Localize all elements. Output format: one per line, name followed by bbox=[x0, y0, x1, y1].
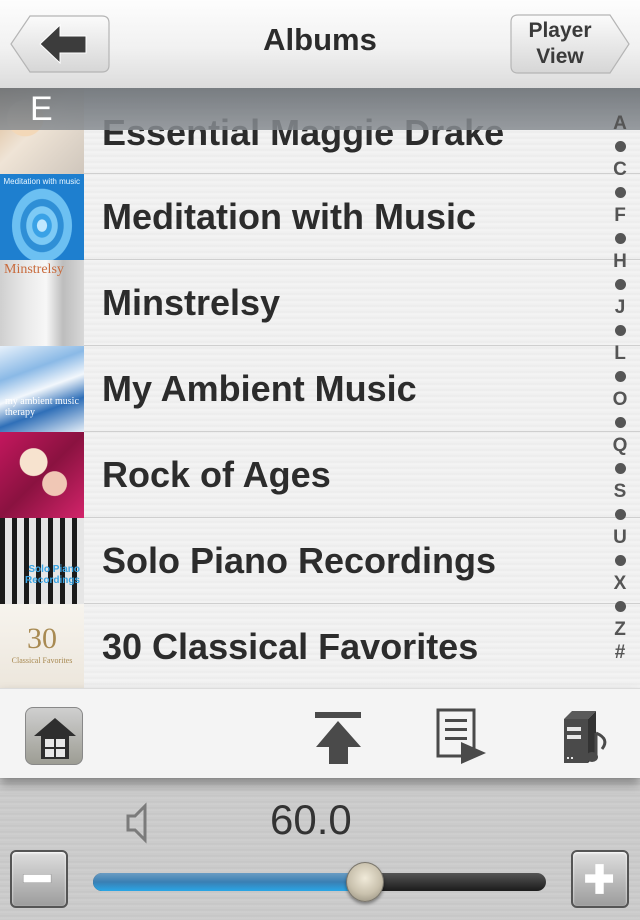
album-art: 30 Classical Favorites bbox=[0, 604, 84, 688]
index-separator-dot[interactable] bbox=[614, 141, 626, 152]
index-separator-dot[interactable] bbox=[614, 417, 626, 428]
index-letter[interactable]: U bbox=[613, 526, 627, 549]
album-row[interactable]: Meditation with music Meditation with Mu… bbox=[0, 174, 640, 260]
album-art: Meditation with music bbox=[0, 174, 84, 260]
index-letter[interactable]: J bbox=[615, 296, 626, 319]
index-letter[interactable]: C bbox=[613, 158, 627, 181]
album-row[interactable]: 30 Classical Favorites 30 Classical Favo… bbox=[0, 604, 640, 688]
index-separator-dot[interactable] bbox=[614, 555, 626, 566]
album-title: Minstrelsy bbox=[102, 282, 281, 323]
volume-up-button[interactable] bbox=[571, 850, 629, 908]
index-letter[interactable]: # bbox=[615, 641, 626, 664]
index-letter[interactable]: Q bbox=[613, 434, 628, 457]
minus-icon bbox=[22, 874, 52, 883]
player-view-button[interactable]: Player View bbox=[510, 14, 630, 74]
index-separator-dot[interactable] bbox=[614, 233, 626, 244]
volume-value: 60.0 bbox=[270, 796, 352, 843]
index-letter[interactable]: O bbox=[613, 388, 628, 411]
index-separator-dot[interactable] bbox=[614, 325, 626, 336]
playlist-button[interactable] bbox=[432, 707, 490, 765]
album-title: Meditation with Music bbox=[102, 196, 476, 237]
volume-slider[interactable] bbox=[93, 862, 546, 902]
album-art: Minstrelsy bbox=[0, 260, 84, 346]
toolbar bbox=[0, 688, 640, 778]
album-art: my ambient music therapy bbox=[0, 346, 84, 432]
album-title: Rock of Ages bbox=[102, 454, 331, 495]
index-separator-dot[interactable] bbox=[614, 509, 626, 520]
album-title: 30 Classical Favorites bbox=[102, 626, 479, 667]
index-separator-dot[interactable] bbox=[614, 601, 626, 612]
volume-slider-thumb[interactable] bbox=[345, 862, 384, 902]
album-art-text: my ambient music therapy bbox=[5, 396, 79, 418]
home-button[interactable] bbox=[25, 707, 83, 765]
playlist-play-icon bbox=[436, 708, 486, 764]
album-row[interactable]: Rock of Ages bbox=[0, 432, 640, 518]
scroll-to-top-icon bbox=[315, 712, 361, 764]
album-art-text: Solo Piano Recordings bbox=[24, 564, 80, 586]
album-art-text: Meditation with music bbox=[3, 177, 80, 186]
album-title: Solo Piano Recordings bbox=[102, 540, 497, 581]
plus-icon bbox=[585, 864, 614, 894]
media-server-icon bbox=[564, 711, 607, 763]
section-header-letter: E bbox=[30, 90, 53, 128]
album-art: Solo Piano Recordings bbox=[0, 518, 84, 604]
album-art-number: 30 bbox=[27, 622, 57, 655]
index-letter[interactable]: S bbox=[614, 480, 627, 503]
album-title: My Ambient Music bbox=[102, 368, 417, 409]
album-art bbox=[0, 432, 84, 518]
album-row[interactable]: Solo Piano Recordings Solo Piano Recordi… bbox=[0, 518, 640, 604]
player-view-label-line2: View bbox=[536, 45, 584, 68]
home-icon bbox=[34, 718, 76, 759]
volume-down-button[interactable] bbox=[10, 850, 68, 908]
media-server-button[interactable] bbox=[558, 707, 616, 765]
index-separator-dot[interactable] bbox=[614, 187, 626, 198]
album-list[interactable]: E Essential Maggie Drake Meditation with… bbox=[0, 88, 640, 688]
album-row[interactable]: my ambient music therapy My Ambient Musi… bbox=[0, 346, 640, 432]
album-art-text: Minstrelsy bbox=[4, 262, 64, 277]
volume-panel: 60.0 bbox=[0, 778, 640, 920]
volume-slider-fill bbox=[93, 873, 365, 891]
index-letter[interactable]: F bbox=[614, 204, 626, 227]
index-letter[interactable]: Z bbox=[614, 618, 626, 641]
album-art-text: Classical Favorites bbox=[11, 656, 73, 665]
scroll-to-top-button[interactable] bbox=[310, 707, 368, 765]
index-separator-dot[interactable] bbox=[614, 463, 626, 474]
player-view-label-line1: Player bbox=[528, 19, 592, 42]
navigation-bar: Albums Player View bbox=[0, 0, 640, 88]
index-letter[interactable]: A bbox=[613, 112, 627, 135]
index-separator-dot[interactable] bbox=[614, 371, 626, 382]
index-letter[interactable]: X bbox=[614, 572, 627, 595]
index-letter[interactable]: L bbox=[614, 342, 626, 365]
speaker-icon bbox=[126, 802, 147, 844]
index-letter[interactable]: H bbox=[613, 250, 627, 273]
section-header: E bbox=[0, 88, 640, 130]
album-row[interactable]: Minstrelsy Minstrelsy bbox=[0, 260, 640, 346]
index-separator-dot[interactable] bbox=[614, 279, 626, 290]
alphabet-index[interactable]: A C F H J L O Q S U X Z # bbox=[600, 112, 640, 664]
